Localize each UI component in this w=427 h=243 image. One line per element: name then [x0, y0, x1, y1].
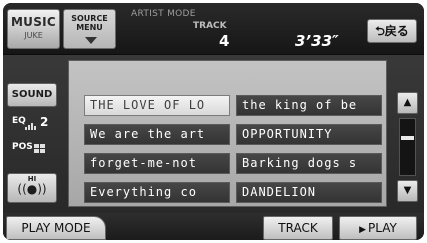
song-item-3[interactable]: We are the art	[84, 124, 230, 145]
track-label: TRACK	[193, 21, 227, 31]
scroll-down-button[interactable]: ▼	[397, 180, 418, 202]
eq-bars-icon	[25, 122, 37, 130]
scroll-up-button[interactable]: ▲	[397, 92, 418, 114]
elapsed-time: 3’33″	[295, 32, 339, 50]
song-item-1[interactable]: THE LOVE OF LO	[84, 95, 230, 116]
top-bar: MUSIC JUKE SOURCE MENU ARTIST MODE TRACK…	[3, 3, 424, 55]
bottom-bar: PLAY MODE TRACK ▶ PLAY	[3, 213, 424, 240]
song-item-8[interactable]: DANDELION	[236, 182, 382, 203]
song-item-4[interactable]: OPPORTUNITY	[236, 124, 382, 145]
source-menu-button[interactable]: SOURCE MENU	[63, 9, 116, 49]
back-button[interactable]: ⮌戻る	[367, 19, 417, 43]
track-number: 4	[219, 32, 230, 50]
track-button[interactable]: TRACK	[263, 216, 333, 240]
sound-button[interactable]: SOUND	[7, 83, 57, 107]
up-triangle-icon: ▲	[403, 97, 412, 108]
eq-label: EQ	[12, 116, 26, 126]
pos-label: POS	[12, 142, 33, 152]
down-triangle-icon: ▼	[403, 185, 412, 196]
scroll-track[interactable]	[399, 118, 416, 176]
eq-value: 2	[40, 115, 49, 129]
seat-position-icon	[34, 144, 46, 154]
source-sub-label: JUKE	[24, 31, 43, 40]
play-button[interactable]: ▶ PLAY	[339, 216, 417, 240]
source-label: MUSIC	[10, 15, 57, 29]
mode-label: ARTIST MODE	[131, 9, 196, 19]
sound-wave-icon: ((●))	[17, 182, 47, 196]
play-icon: ▶	[359, 225, 367, 235]
play-mode-button[interactable]: PLAY MODE	[6, 216, 106, 240]
source-menu-line1: SOURCE	[71, 14, 108, 23]
song-item-5[interactable]: forget-me-not	[84, 153, 230, 174]
music-source-button[interactable]: MUSIC JUKE	[7, 9, 60, 49]
down-triangle-icon	[85, 37, 97, 44]
scroll-thumb[interactable]	[401, 136, 414, 140]
play-label: PLAY	[368, 221, 397, 235]
song-item-7[interactable]: Everything co	[84, 182, 230, 203]
song-item-6[interactable]: Barking dogs s	[236, 153, 382, 174]
audio-screen: MUSIC JUKE SOURCE MENU ARTIST MODE TRACK…	[3, 3, 424, 240]
hi-button[interactable]: HI ((●))	[7, 173, 57, 203]
source-menu-line2: MENU	[76, 23, 103, 32]
song-item-2[interactable]: the king of be	[236, 95, 382, 116]
